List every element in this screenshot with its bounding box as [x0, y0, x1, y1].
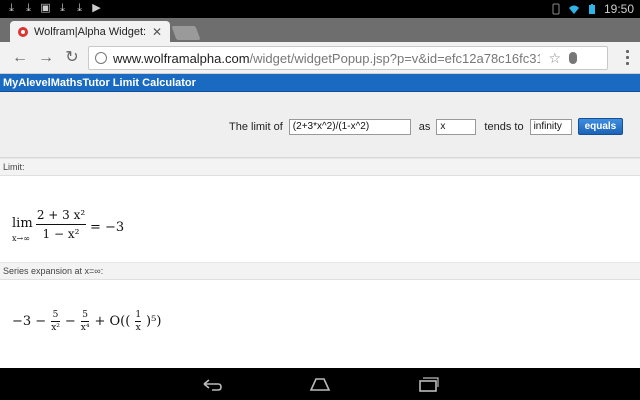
- limit-of-label: The limit of: [229, 120, 283, 133]
- browser-tab[interactable]: Wolfram|Alpha Widget: ✕: [10, 21, 170, 43]
- forward-arrow-icon[interactable]: →: [36, 48, 56, 68]
- url-path: /widget/widgetPopup.jsp?p=v&id=efc12a78c…: [249, 50, 541, 66]
- limit-result: = −3: [90, 220, 125, 235]
- series-f3-num: 1: [135, 310, 142, 320]
- new-tab-button[interactable]: [171, 26, 201, 40]
- status-bar: ⤓ ⤓ ▣ ⤓ ⤓ ▶ 19:50: [0, 0, 640, 18]
- back-icon[interactable]: [200, 375, 224, 393]
- download-icon: ⤓: [77, 2, 82, 14]
- fraction-numerator: 2 + 3 x²: [36, 208, 86, 222]
- series-fraction-1: 5 x²: [51, 310, 60, 333]
- series-f1-den: x²: [51, 323, 60, 333]
- url-domain: www.wolframalpha.com: [113, 50, 250, 66]
- close-icon[interactable]: ✕: [152, 25, 162, 39]
- expression-input[interactable]: [288, 118, 411, 135]
- series-f2-num: 5: [82, 310, 88, 320]
- microphone-icon[interactable]: [569, 52, 577, 64]
- series-big-o-close: )⁵): [146, 314, 162, 329]
- url-text[interactable]: www.wolframalpha.com/widget/widgetPopup.…: [113, 51, 540, 66]
- play-store-icon: ▶: [92, 2, 101, 14]
- series-minus: −: [64, 314, 76, 329]
- clock: 19:50: [603, 2, 634, 16]
- lim-word: lim: [12, 216, 33, 231]
- series-pod-title: Series expansion at x=∞:: [0, 262, 640, 280]
- browser-toolbar: ← → ↻ www.wolframalpha.com/widget/widget…: [0, 42, 640, 74]
- tab-title: Wolfram|Alpha Widget:: [34, 26, 147, 38]
- image-icon: ▣: [40, 2, 51, 14]
- download-icon: ⤓: [60, 2, 65, 14]
- navigation-bar: [0, 368, 640, 400]
- series-f2-den: x⁴: [80, 323, 90, 333]
- series-fraction-3: 1 x: [135, 310, 142, 333]
- tab-strip: Wolfram|Alpha Widget: ✕: [0, 18, 640, 43]
- fraction-denominator: 1 − x²: [42, 227, 80, 241]
- wifi-icon: [568, 5, 579, 14]
- series-big-o-open: + O((: [94, 314, 131, 329]
- series-lead: −3 −: [12, 314, 47, 329]
- bookmark-star-icon[interactable]: ☆: [548, 50, 561, 67]
- variable-input[interactable]: [436, 118, 477, 135]
- series-pod-result: −3 − 5 x² − 5 x⁴ + O(( 1 x )⁵): [0, 280, 640, 360]
- address-bar[interactable]: www.wolframalpha.com/widget/widgetPopup.…: [88, 46, 608, 70]
- series-fraction-2: 5 x⁴: [80, 310, 90, 333]
- equals-button[interactable]: equals: [577, 118, 624, 135]
- reload-icon[interactable]: ↻: [62, 48, 82, 68]
- wolfram-favicon-icon: [18, 27, 28, 37]
- series-f1-num: 5: [52, 310, 59, 320]
- target-input[interactable]: [529, 118, 572, 135]
- vibrate-icon: [552, 3, 560, 15]
- recent-apps-icon[interactable]: [416, 375, 440, 393]
- home-icon[interactable]: [308, 375, 332, 393]
- menu-icon[interactable]: [626, 50, 630, 68]
- battery-icon: [588, 4, 595, 14]
- tends-to-label: tends to: [484, 120, 524, 133]
- series-expression: −3 − 5 x² − 5 x⁴ + O(( 1 x )⁵): [10, 310, 163, 333]
- globe-icon: [95, 52, 107, 64]
- notification-icons: ⤓ ⤓ ▣ ⤓ ⤓ ▶: [6, 2, 102, 15]
- series-f3-den: x: [135, 323, 141, 333]
- limit-form: The limit of as tends to equals: [0, 92, 640, 158]
- lim-subscript: x→∞: [12, 234, 30, 243]
- as-label: as: [418, 120, 431, 133]
- limit-fraction: 2 + 3 x² 1 − x²: [36, 208, 86, 241]
- download-icon: ⤓: [26, 2, 31, 14]
- limit-pod-result: lim x→∞ 2 + 3 x² 1 − x² = −3: [0, 176, 640, 262]
- back-arrow-icon[interactable]: ←: [10, 48, 30, 68]
- web-page: MyAlevelMathsTutor Limit Calculator The …: [0, 74, 640, 368]
- limit-pod-title: Limit:: [0, 158, 640, 176]
- download-icon: ⤓: [9, 2, 14, 14]
- widget-title: MyAlevelMathsTutor Limit Calculator: [0, 74, 640, 92]
